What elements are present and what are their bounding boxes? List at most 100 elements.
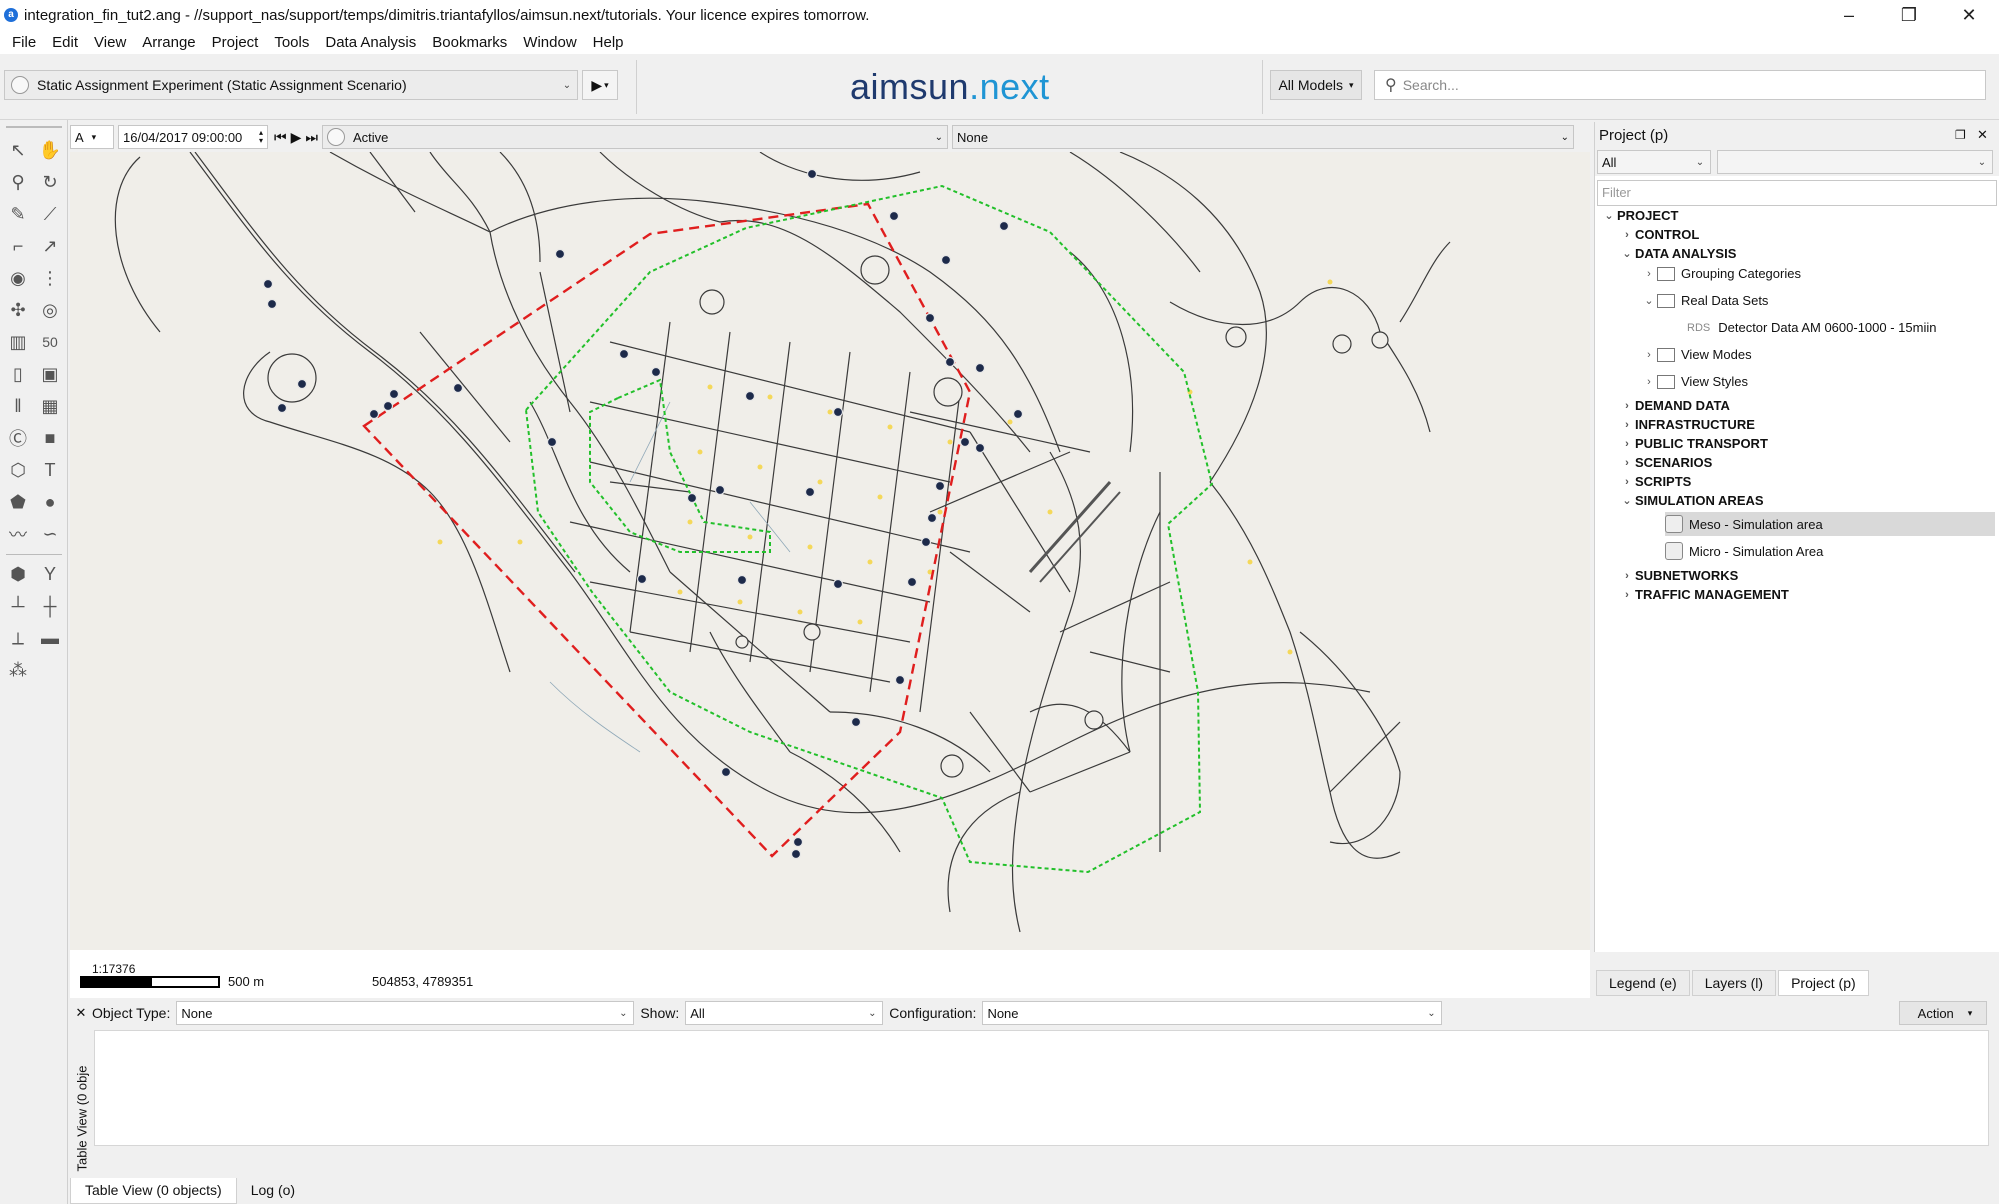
polygon-icon[interactable]: ⬟ [4,488,32,516]
play-icon[interactable]: ▶ [291,129,302,146]
close-panel-icon[interactable]: ✕ [1977,127,1999,143]
tab-layers[interactable]: Layers (l) [1691,970,1777,996]
vertex-add-icon[interactable]: ┼ [36,592,64,620]
folder-icon [1657,347,1675,362]
search-input[interactable]: ⚲ Search... [1374,70,1986,100]
state-selector[interactable]: Active ⌄ [322,125,948,149]
restore-button[interactable]: ❐ [1879,5,1939,26]
view-mode-selector[interactable]: A ▾ [70,125,114,149]
menu-help[interactable]: Help [585,34,632,51]
points-icon[interactable]: ⁂ [4,656,32,684]
configuration-select[interactable]: None ⌄ [982,1001,1443,1025]
meter-icon[interactable]: ◎ [36,296,64,324]
tree-item-simulation-areas[interactable]: ⌄ SIMULATION AREAS [1619,493,1763,508]
tab-table-view[interactable]: Table View (0 objects) [70,1178,237,1204]
chevron-down-icon: ⌄ [1695,156,1705,168]
tree-item-scenarios[interactable]: › SCENARIOS [1619,455,1712,470]
curve-icon[interactable]: ∽ [36,520,64,548]
experiment-selector[interactable]: Static Assignment Experiment (Static Ass… [4,70,578,100]
main-toolbar: Static Assignment Experiment (Static Ass… [0,54,1999,120]
menu-window[interactable]: Window [515,34,584,51]
select-arrow-icon[interactable]: ↖ [4,136,32,164]
camera-icon[interactable]: ■ [36,424,64,452]
stripes-icon[interactable]: ▥ [4,328,32,356]
tab-legend[interactable]: Legend (e) [1596,970,1690,996]
c-block-icon[interactable]: Ⓒ [4,424,32,452]
tree-item-grouping-categories[interactable]: › Grouping Categories [1641,266,1801,281]
tree-item-view-modes[interactable]: › View Modes [1641,347,1751,362]
tree-item-view-styles[interactable]: › View Styles [1641,374,1748,389]
menu-arrange[interactable]: Arrange [134,34,203,51]
node-icon[interactable]: ⌐ [4,232,32,260]
menu-file[interactable]: File [4,34,44,51]
tree-item-infrastructure[interactable]: › INFRASTRUCTURE [1619,417,1755,432]
datetime-spinner[interactable]: 16/04/2017 09:00:00 ▴ ▾ [118,125,268,149]
section-icon[interactable]: ⟋ [36,200,64,228]
zoom-icon[interactable]: ⚲ [4,168,32,196]
tree-item-scripts[interactable]: › SCRIPTS [1619,474,1691,489]
menu-project[interactable]: Project [204,34,267,51]
menu-bar: File Edit View Arrange Project Tools Dat… [0,30,1999,54]
float-panel-icon[interactable]: ❐ [1955,128,1977,142]
models-filter-button[interactable]: All Models ▾ [1270,70,1362,100]
barcode-icon[interactable]: ▦ [36,392,64,420]
table-view-grid[interactable] [94,1030,1989,1146]
split-icon[interactable]: Y [36,560,64,588]
tree-item-demand-data[interactable]: › DEMAND DATA [1619,398,1730,413]
turn-icon[interactable]: ↗ [36,232,64,260]
centroid-icon[interactable]: ◉ [4,264,32,292]
tree-item-detector-data[interactable]: RDS Detector Data AM 0600-1000 - 15miin [1687,320,1936,335]
project-panel: Project (p) ❐ ✕ All ⌄ ⌄ Filter ⌄ PROJECT … [1594,122,1999,952]
project-filter-input[interactable]: Filter [1597,180,1997,206]
detectors [262,168,1024,860]
speed-sign-icon[interactable]: 50 [36,328,64,356]
traffic-light-icon[interactable]: ▯ [4,360,32,388]
pencil-icon[interactable]: ✎ [4,200,32,228]
menu-view[interactable]: View [86,34,134,51]
run-experiment-button[interactable]: ▶ ▾ [582,70,618,100]
tree-item-meso-area[interactable]: Meso - Simulation area [1665,512,1995,536]
pan-hand-icon[interactable]: ✋ [36,136,64,164]
rotate-icon[interactable]: ↻ [36,168,64,196]
detector-icon[interactable]: ⋮ [36,264,64,292]
tree-item-traffic-management[interactable]: › TRAFFIC MANAGEMENT [1619,587,1789,602]
tree-item-control[interactable]: › CONTROL [1619,227,1699,242]
lanes-icon[interactable]: ‖ [4,392,32,420]
skip-end-icon[interactable]: ⏭ [305,129,318,146]
show-value: All [690,1005,705,1021]
tree-item-real-data-sets[interactable]: ⌄ Real Data Sets [1641,293,1768,308]
project-type-filter[interactable]: All ⌄ [1597,150,1711,174]
skip-start-icon[interactable]: ⏮ [274,129,287,146]
vertex-icon[interactable]: ┴ [4,592,32,620]
menu-tools[interactable]: Tools [266,34,317,51]
lane-tool-icon[interactable]: ▬ [36,624,64,652]
crosshair-icon[interactable]: ✣ [4,296,32,324]
tab-log[interactable]: Log (o) [237,1178,309,1204]
overlay-selector[interactable]: None ⌄ [952,125,1574,149]
cube-icon[interactable]: ⬡ [4,456,32,484]
show-select[interactable]: All ⌄ [685,1001,884,1025]
close-table-icon[interactable]: ✕ [70,1005,92,1021]
tree-item-public-transport[interactable]: › PUBLIC TRANSPORT [1619,436,1768,451]
minimize-button[interactable]: – [1819,5,1879,26]
close-window-button[interactable]: ✕ [1939,5,1999,26]
tree-item-micro-area[interactable]: Micro - Simulation Area [1665,539,1823,563]
circle-icon[interactable]: ● [36,488,64,516]
menu-edit[interactable]: Edit [44,34,86,51]
menu-bookmarks[interactable]: Bookmarks [424,34,515,51]
project-subtype-filter[interactable]: ⌄ [1717,150,1993,174]
menu-data-analysis[interactable]: Data Analysis [317,34,424,51]
action-button[interactable]: Action ▾ [1899,1001,1987,1025]
text-icon[interactable]: T [36,456,64,484]
tree-item-data-analysis[interactable]: ⌄ DATA ANALYSIS [1619,246,1736,261]
tree-item-subnetworks[interactable]: › SUBNETWORKS [1619,568,1738,583]
cut-section-icon[interactable]: ⟂ [4,624,32,652]
join-icon[interactable]: ⬢ [4,560,32,588]
tab-project[interactable]: Project (p) [1778,970,1869,996]
object-type-select[interactable]: None ⌄ [176,1001,635,1025]
tree-item-project[interactable]: ⌄ PROJECT [1601,208,1678,223]
network-map[interactable] [70,152,1590,950]
bus-icon[interactable]: ▣ [36,360,64,388]
polyline-icon[interactable]: 〰 [4,520,32,548]
models-filter-label: All Models [1278,77,1344,93]
